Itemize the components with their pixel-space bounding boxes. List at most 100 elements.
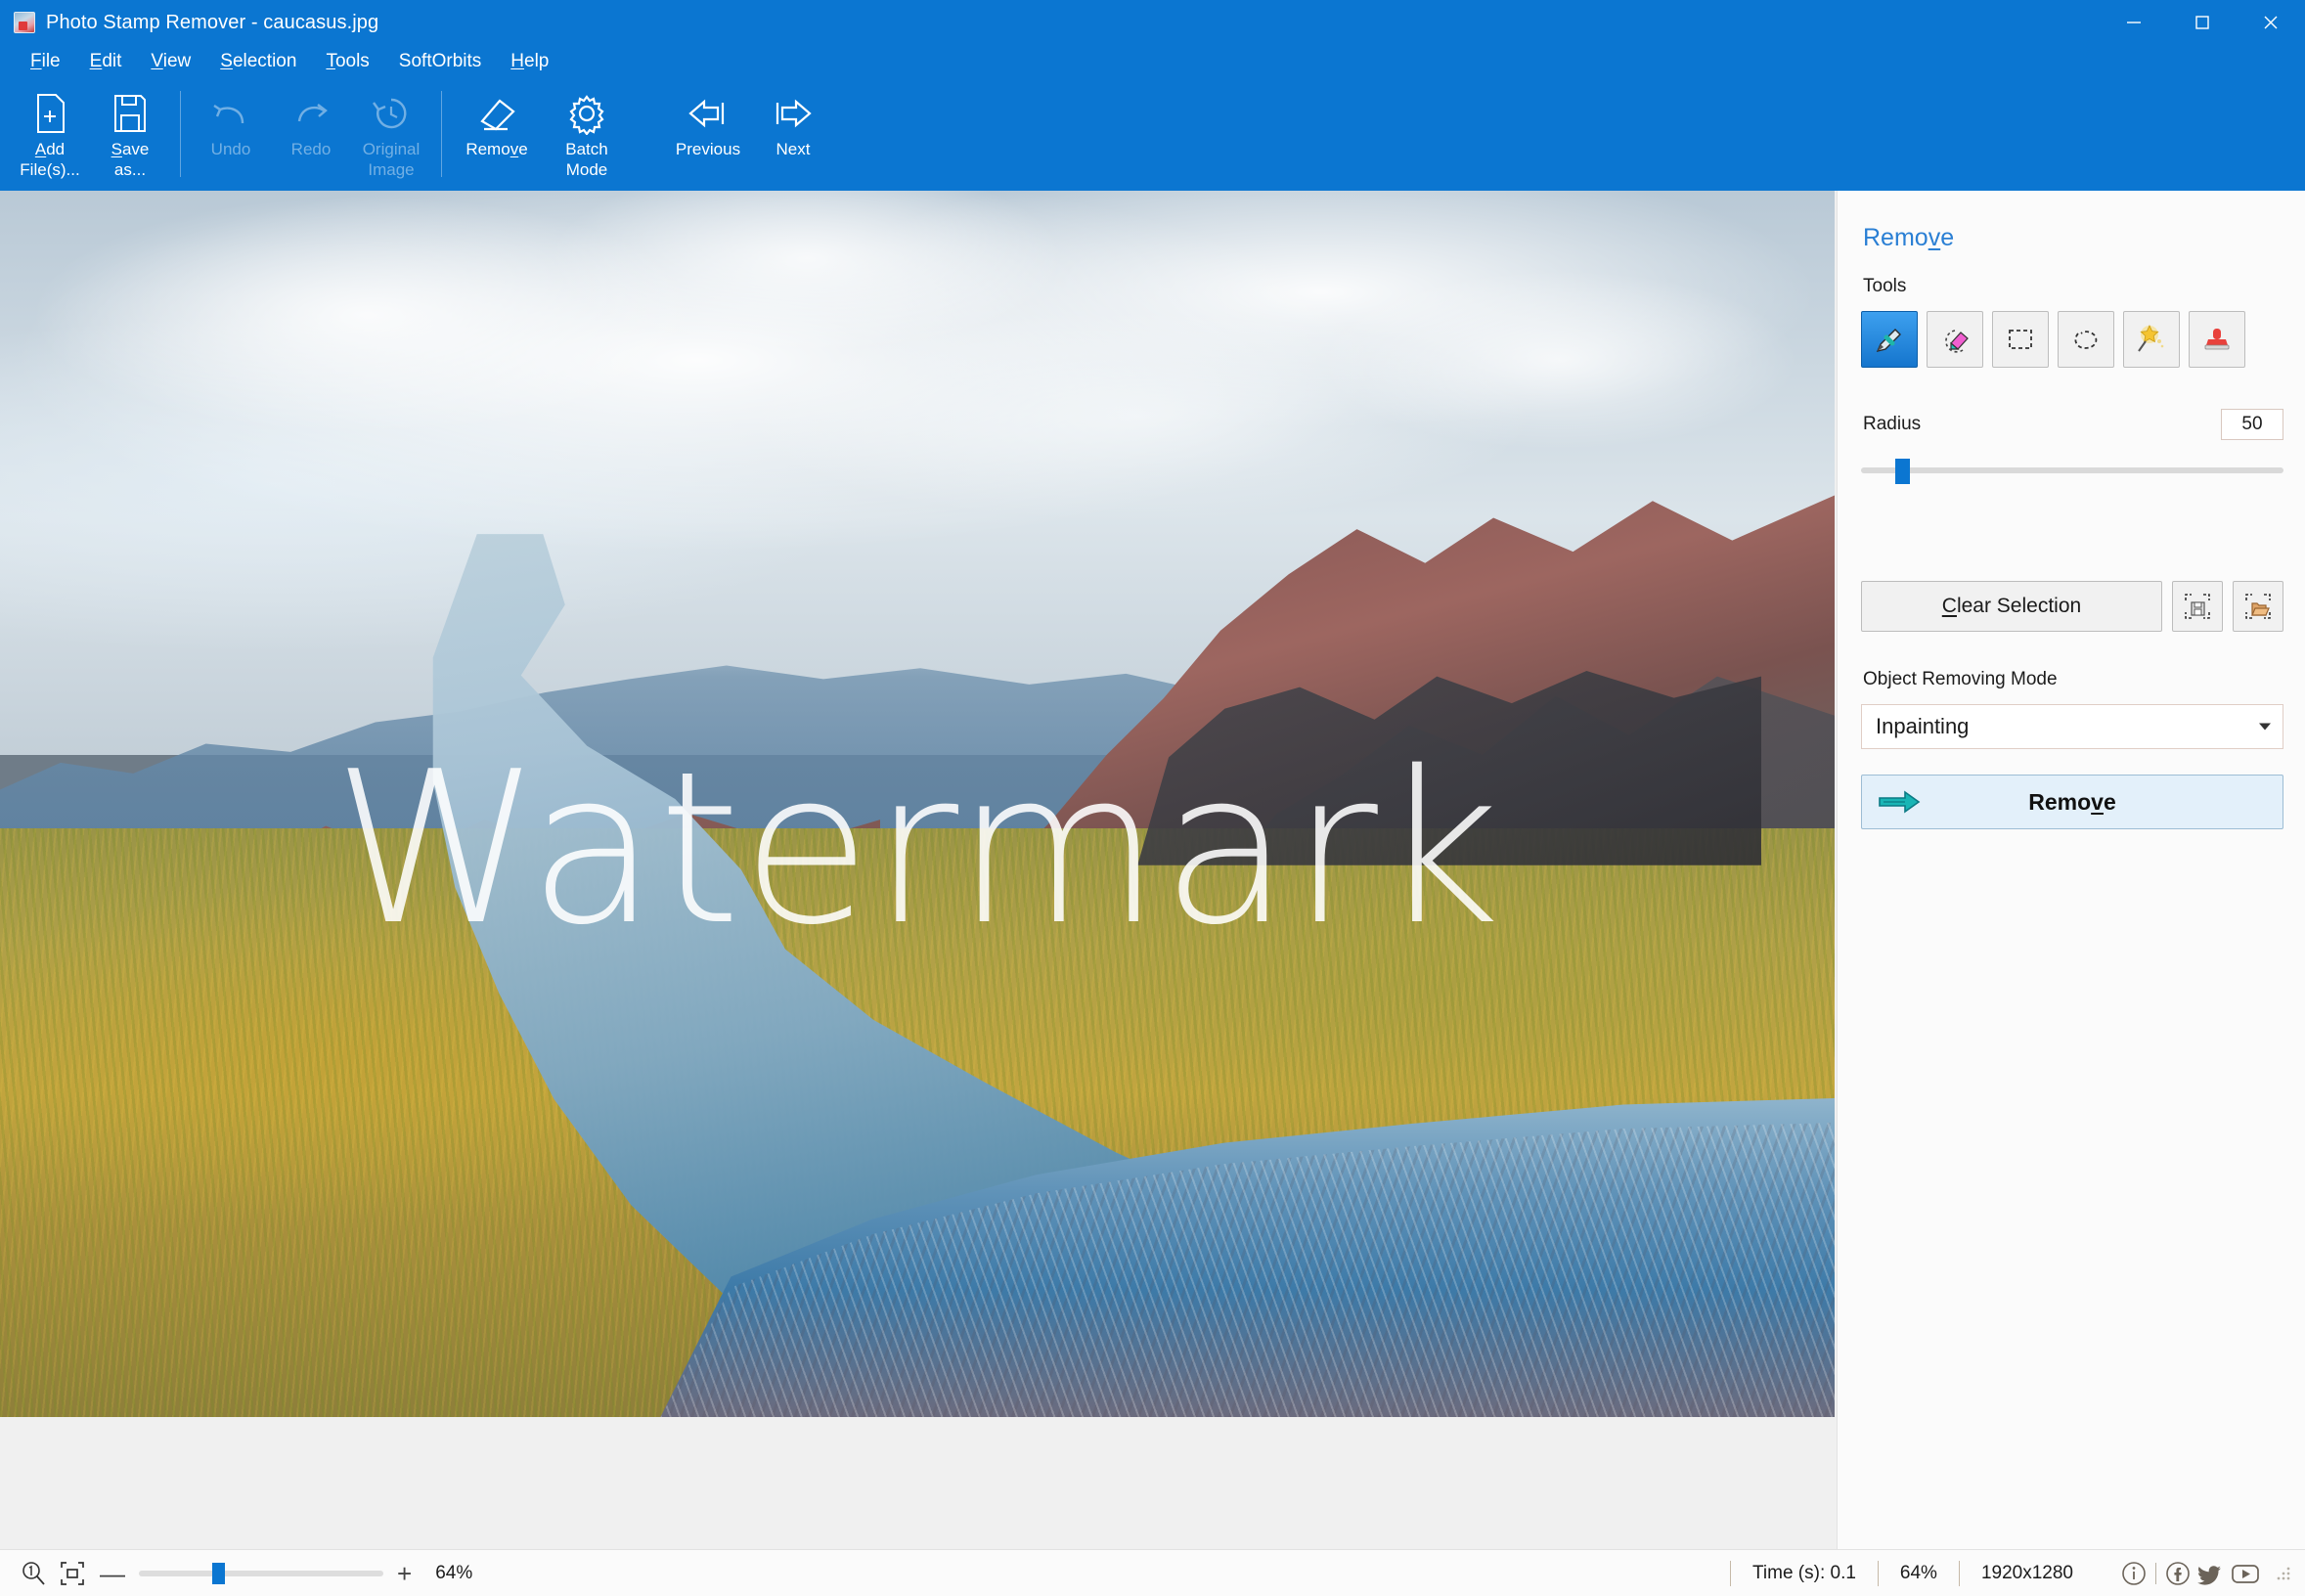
image-canvas[interactable]: Watermark — [0, 191, 1837, 1549]
add-files-button[interactable]: Add File(s)... — [10, 77, 90, 191]
object-removing-mode-value: Inpainting — [1876, 714, 1970, 738]
main-toolbar: Add File(s)... Save as... Undo Redo Orig… — [0, 77, 2305, 191]
redo-icon — [289, 90, 332, 136]
app-window: Photo Stamp Remover - caucasus.jpg File … — [0, 0, 2305, 1596]
image-dimensions: 1920x1280 — [1980, 1562, 2073, 1583]
previous-button[interactable]: Previous — [663, 77, 753, 191]
workspace: Watermark Remove Tools Radius 50 C lear … — [0, 191, 2305, 1549]
undo-button[interactable]: Undo — [191, 77, 271, 191]
remove-toolbar-label: Remove — [465, 140, 528, 158]
radius-label: Radius — [1863, 414, 1922, 434]
menu-softorbits[interactable]: SoftOrbits — [384, 48, 496, 75]
magic-wand-icon — [2138, 325, 2164, 352]
photo-preview[interactable]: Watermark — [0, 191, 1835, 1417]
remove-action-label: Remove — [2028, 788, 2116, 815]
social-links — [2118, 1558, 2262, 1589]
toolbar-gap — [632, 77, 663, 191]
info-icon[interactable] — [2118, 1558, 2150, 1589]
stamp-tool-button[interactable] — [2189, 311, 2245, 368]
object-removing-mode-select[interactable]: Inpainting — [1861, 704, 2283, 749]
toolbar-separator-1 — [180, 91, 181, 177]
facebook-icon[interactable] — [2162, 1558, 2194, 1589]
eraser-icon — [474, 90, 519, 136]
zoom-fit-icon — [61, 1561, 84, 1585]
zoom-in-button[interactable]: + — [389, 1561, 420, 1586]
save-icon — [111, 90, 150, 136]
remove-action-button[interactable]: Remove — [1861, 775, 2283, 829]
menu-view[interactable]: View — [136, 48, 205, 75]
save-selection-icon — [2185, 594, 2210, 619]
menu-edit[interactable]: Edit — [75, 48, 137, 75]
zoom-actual-size-icon — [22, 1561, 45, 1585]
save-as-label: Save as... — [111, 140, 150, 179]
batch-mode-button[interactable]: Batch Mode — [542, 77, 632, 191]
status-bar: — + 64% Time (s): 0.1 64% 1920x1280 — [0, 1549, 2305, 1596]
window-title: Photo Stamp Remover - caucasus.jpg — [46, 11, 379, 33]
social-divider — [2155, 1562, 2156, 1584]
close-button[interactable] — [2237, 0, 2305, 45]
original-image-button[interactable]: Original Image — [351, 77, 431, 191]
zoom-out-button[interactable]: — — [92, 1561, 133, 1586]
menu-selection[interactable]: Selection — [205, 48, 311, 75]
lasso-select-icon — [2074, 331, 2098, 349]
menu-file[interactable]: File — [16, 48, 75, 75]
magic-wand-tool-button[interactable] — [2123, 311, 2180, 368]
redo-button[interactable]: Redo — [271, 77, 351, 191]
clear-selection-button[interactable]: Clear Selection — [1861, 581, 2162, 632]
zoom-actual-size-button[interactable] — [20, 1560, 47, 1587]
zoom-slider-track — [139, 1570, 383, 1576]
selection-actions-row: Clear Selection — [1861, 581, 2283, 632]
object-removing-mode-label: Object Removing Mode — [1863, 669, 2058, 689]
resize-grip[interactable] — [2276, 1565, 2291, 1581]
zoom-fit-button[interactable] — [59, 1560, 86, 1587]
remove-toolbar-button[interactable]: Remove — [452, 77, 542, 191]
radius-input[interactable]: 50 — [2221, 409, 2283, 440]
zoom-slider-thumb[interactable] — [212, 1562, 225, 1584]
watermark-overlay: Watermark — [332, 726, 1502, 971]
menu-help[interactable]: Help — [496, 48, 563, 75]
menu-tools[interactable]: Tools — [311, 48, 383, 75]
chevron-down-icon[interactable] — [2259, 723, 2271, 731]
lasso-select-tool-button[interactable] — [2058, 311, 2114, 368]
eraser-tool-button[interactable] — [1927, 311, 1983, 368]
twitter-icon[interactable] — [2195, 1558, 2227, 1589]
save-as-button[interactable]: Save as... — [90, 77, 170, 191]
load-selection-icon — [2245, 594, 2271, 619]
rectangle-select-icon — [2009, 330, 2032, 349]
tools-row — [1861, 311, 2283, 368]
app-photo-icon — [14, 12, 35, 33]
window-controls — [2100, 0, 2305, 45]
processing-time: Time (s): 0.1 — [1752, 1562, 1856, 1583]
status-divider-2 — [1877, 1560, 1879, 1586]
remove-panel: Remove Tools Radius 50 C lear Selection … — [1837, 191, 2305, 1549]
status-divider-3 — [1958, 1560, 1960, 1586]
save-selection-button[interactable] — [2172, 581, 2223, 632]
undo-label: Undo — [210, 140, 251, 158]
youtube-icon[interactable] — [2229, 1558, 2262, 1589]
rectangle-select-tool-button[interactable] — [1992, 311, 2049, 368]
radius-slider-thumb[interactable] — [1894, 459, 1910, 484]
remove-arrow-icon — [1878, 789, 1921, 815]
radius-slider[interactable] — [1861, 456, 2283, 485]
undo-icon — [209, 90, 252, 136]
next-button[interactable]: Next — [753, 77, 833, 191]
redo-label: Redo — [290, 140, 332, 158]
panel-title: Remove — [1863, 224, 1955, 251]
eraser-icon — [1945, 330, 1969, 353]
add-file-icon — [30, 90, 69, 136]
maximize-button[interactable] — [2168, 0, 2237, 45]
original-image-label: Original Image — [362, 140, 421, 179]
zoom-slider[interactable] — [139, 1560, 383, 1587]
menu-bar: File Edit View Selection Tools SoftOrbit… — [0, 45, 2305, 77]
history-clock-icon — [370, 90, 413, 136]
status-divider-1 — [1730, 1560, 1731, 1586]
gear-icon — [564, 90, 609, 136]
batch-mode-label: Batch Mode — [565, 140, 608, 179]
zoom-level-right: 64% — [1899, 1562, 1937, 1583]
arrow-right-icon — [770, 90, 817, 136]
previous-label: Previous — [675, 140, 741, 158]
marker-tool-button[interactable] — [1861, 311, 1918, 368]
load-selection-button[interactable] — [2233, 581, 2283, 632]
minimize-button[interactable] — [2100, 0, 2168, 45]
stamp-icon — [2204, 329, 2230, 350]
